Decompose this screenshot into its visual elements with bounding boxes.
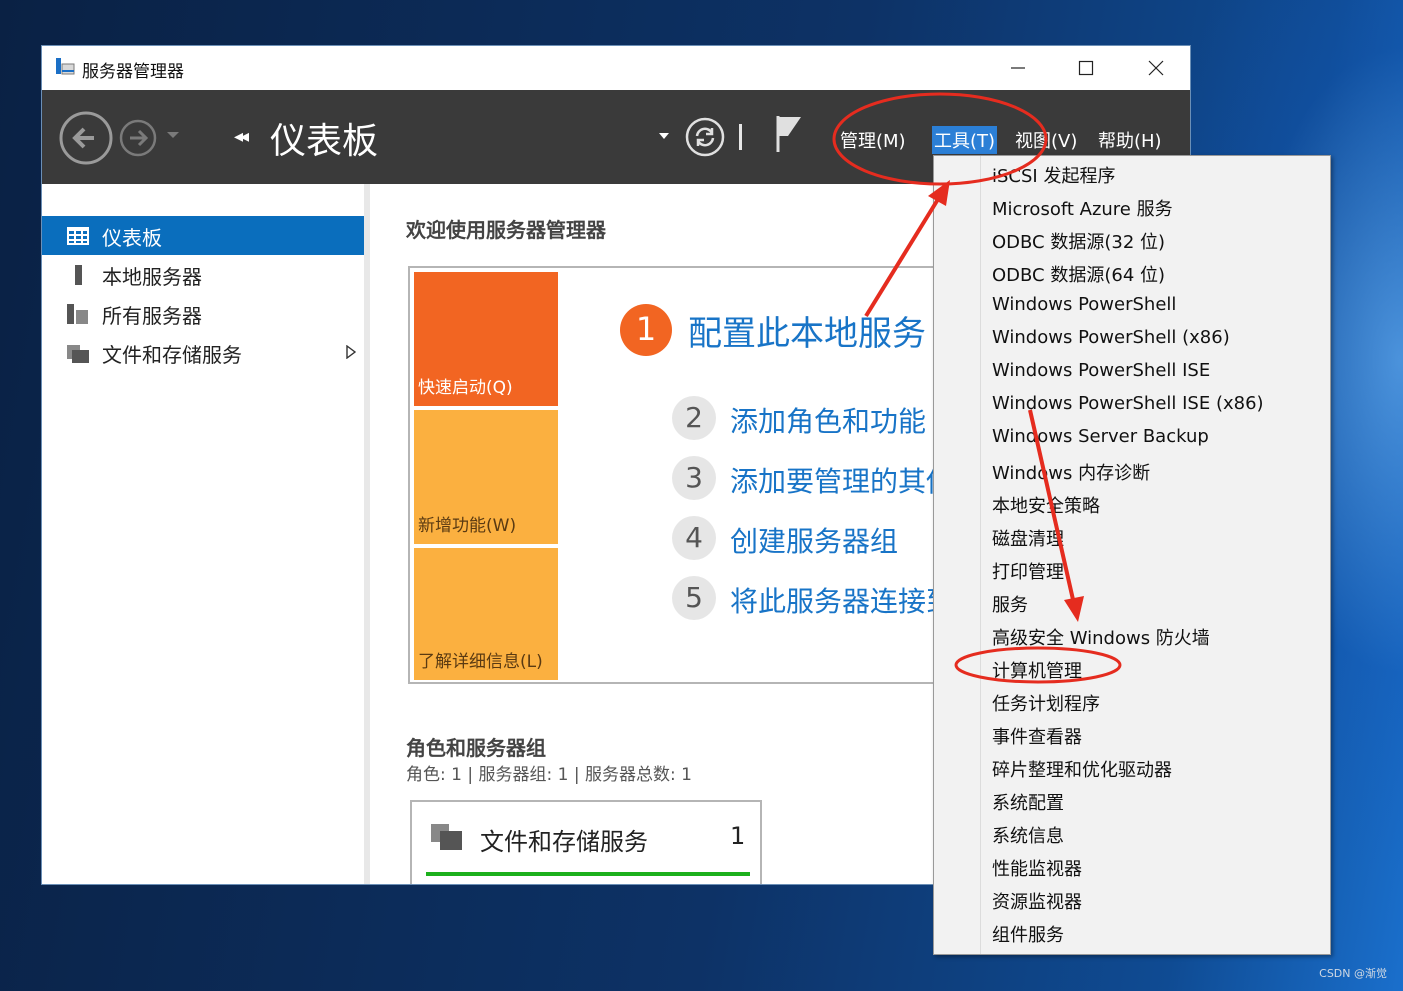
welcome-heading: 欢迎使用服务器管理器: [406, 218, 606, 242]
tools-menu-item[interactable]: Windows PowerShell ISE (x86): [992, 393, 1264, 414]
step-link-connect-cloud[interactable]: 将此服务器连接到: [730, 580, 954, 620]
breadcrumb-dropdown-icon[interactable]: [658, 132, 670, 140]
menu-gutter: [934, 156, 981, 954]
tools-menu-item[interactable]: 组件服务: [992, 921, 1064, 947]
server-icon: [75, 265, 82, 285]
quick-start-panel: 快速启动(Q) 新增功能(W) 了解详细信息(L) 1 配置此本地服务 2 添加…: [408, 266, 968, 684]
storage-icon: [431, 824, 462, 850]
role-card-file-storage[interactable]: 文件和存储服务 1: [410, 800, 762, 884]
sidebar-item-label: 所有服务器: [102, 304, 202, 328]
tools-menu-item[interactable]: 碎片整理和优化驱动器: [992, 756, 1172, 782]
dashboard-icon: [67, 227, 89, 245]
tools-menu-item[interactable]: Windows PowerShell ISE: [992, 360, 1210, 381]
tools-menu-item[interactable]: 本地安全策略: [992, 492, 1100, 518]
tools-menu-item[interactable]: ODBC 数据源(64 位): [992, 261, 1165, 287]
sidebar-item-label: 本地服务器: [102, 265, 202, 289]
menu-view[interactable]: 视图(V): [1013, 126, 1079, 154]
servers-icon: [67, 304, 88, 324]
sidebar-item-label: 文件和存储服务: [102, 343, 242, 367]
tile-label: 了解详细信息(L): [418, 652, 543, 672]
tools-menu-item[interactable]: Windows Server Backup: [992, 426, 1209, 447]
breadcrumb-arrows: ◂◂: [234, 126, 249, 147]
step-number: 3: [672, 456, 716, 500]
submenu-arrow-icon[interactable]: [346, 345, 356, 359]
step-link-configure-local-server[interactable]: 配置此本地服务: [688, 306, 926, 355]
sidebar-item-file-storage[interactable]: 文件和存储服务: [42, 333, 364, 372]
sidebar-item-label: 仪表板: [102, 226, 162, 250]
menu-tools[interactable]: 工具(T): [932, 126, 998, 154]
step-link-add-roles[interactable]: 添加角色和功能: [730, 400, 926, 440]
minimize-button[interactable]: [984, 46, 1052, 90]
step-number: 2: [672, 396, 716, 440]
window-title: 服务器管理器: [82, 62, 184, 82]
history-dropdown-icon[interactable]: [166, 130, 180, 140]
tools-menu-item[interactable]: 打印管理: [992, 558, 1064, 584]
step-link-create-server-group[interactable]: 创建服务器组: [730, 520, 898, 560]
toolbar-separator: [739, 124, 742, 150]
tools-menu-item[interactable]: Windows 内存诊断: [992, 459, 1150, 485]
title-bar: 服务器管理器: [42, 46, 1190, 90]
roles-heading: 角色和服务器组: [406, 736, 546, 760]
sidebar-item-dashboard[interactable]: 仪表板: [42, 216, 364, 255]
tile-learn-more[interactable]: 了解详细信息(L): [414, 548, 558, 680]
roles-summary: 角色: 1 | 服务器组: 1 | 服务器总数: 1: [406, 765, 692, 785]
back-button[interactable]: [58, 110, 114, 166]
step-number: 5: [672, 576, 716, 620]
tools-menu-item[interactable]: 系统信息: [992, 822, 1064, 848]
tools-menu-item[interactable]: 性能监视器: [992, 855, 1082, 881]
maximize-icon: [1078, 60, 1094, 76]
forward-button[interactable]: [118, 118, 158, 158]
tile-quick-start[interactable]: 快速启动(Q): [414, 272, 558, 406]
tools-menu-item[interactable]: 任务计划程序: [992, 690, 1100, 716]
tile-whats-new[interactable]: 新增功能(W): [414, 410, 558, 544]
storage-icon: [67, 345, 89, 363]
tools-dropdown-menu: iSCSI 发起程序 Microsoft Azure 服务 ODBC 数据源(32 …: [933, 155, 1331, 955]
close-button[interactable]: [1122, 46, 1190, 90]
tile-label: 新增功能(W): [418, 516, 517, 536]
refresh-button[interactable]: [684, 116, 726, 158]
tile-label: 快速启动(Q): [418, 378, 513, 398]
tools-menu-item[interactable]: 磁盘清理: [992, 525, 1064, 551]
tools-menu-item[interactable]: Microsoft Azure 服务: [992, 195, 1173, 221]
notifications-flag-icon[interactable]: [774, 114, 804, 154]
step-number: 4: [672, 516, 716, 560]
role-card-title: 文件和存储服务: [480, 828, 648, 856]
minimize-icon: [1011, 67, 1025, 69]
menu-manage[interactable]: 管理(M): [838, 126, 908, 154]
step-link-add-servers[interactable]: 添加要管理的其他: [730, 460, 954, 500]
tools-menu-item[interactable]: 事件查看器: [992, 723, 1082, 749]
server-manager-app-icon: [56, 58, 75, 75]
maximize-button[interactable]: [1052, 46, 1120, 90]
tools-menu-item[interactable]: 服务: [992, 591, 1028, 617]
tools-menu-item[interactable]: 高级安全 Windows 防火墙: [992, 624, 1210, 650]
close-icon: [1148, 60, 1164, 76]
menu-help[interactable]: 帮助(H): [1096, 126, 1164, 154]
tools-menu-item[interactable]: Windows PowerShell: [992, 294, 1176, 315]
role-status-bar: [426, 872, 750, 876]
tools-menu-item[interactable]: Windows PowerShell (x86): [992, 327, 1230, 348]
tools-menu-item[interactable]: ODBC 数据源(32 位): [992, 228, 1165, 254]
tools-menu-item[interactable]: 资源监视器: [992, 888, 1082, 914]
sidebar-item-local-server[interactable]: 本地服务器: [42, 255, 364, 294]
sidebar: 仪表板 本地服务器 所有服务器 文件和存储服务: [42, 184, 364, 884]
tools-menu-item[interactable]: 系统配置: [992, 789, 1064, 815]
sidebar-item-all-servers[interactable]: 所有服务器: [42, 294, 364, 333]
step-number: 1: [620, 304, 672, 356]
tools-menu-item[interactable]: 计算机管理: [992, 657, 1082, 683]
watermark: CSDN @渐觉: [1319, 967, 1387, 980]
role-card-count: 1: [730, 822, 746, 850]
tools-menu-item[interactable]: iSCSI 发起程序: [992, 162, 1115, 188]
page-title: 仪表板: [270, 121, 379, 162]
